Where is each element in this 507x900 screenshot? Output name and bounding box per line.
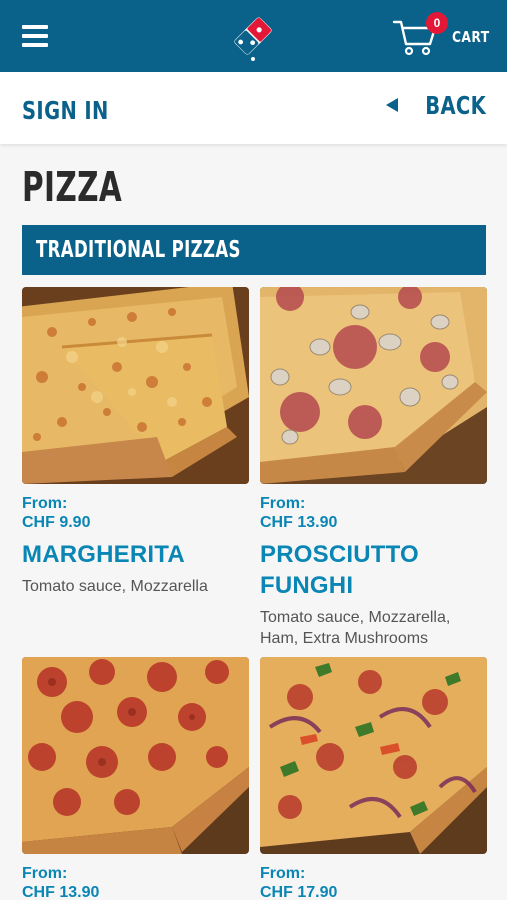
dominos-logo-icon[interactable]: [223, 6, 283, 66]
price-from-label: From:: [260, 495, 306, 512]
account-bar: SIGN IN BACK: [0, 72, 507, 144]
cart-count-badge: 0: [426, 12, 448, 34]
page-title: PIZZA: [22, 163, 123, 211]
product-price: CHF 13.90: [260, 514, 338, 531]
category-title: TRADITIONAL PIZZAS: [36, 237, 241, 263]
back-label: BACK: [425, 90, 486, 120]
product-name[interactable]: PROSCIUTTO FUNGHI: [260, 539, 487, 601]
product-card-3[interactable]: From: CHF 13.90: [22, 657, 249, 900]
sign-in-link[interactable]: SIGN IN: [22, 96, 109, 125]
product-price: CHF 9.90: [22, 514, 91, 531]
product-image[interactable]: [260, 657, 487, 854]
cart-button[interactable]: 0 CART: [392, 12, 492, 58]
product-image[interactable]: [260, 287, 487, 484]
price-from-label: From:: [22, 865, 68, 882]
product-price: CHF 17.90: [260, 884, 338, 900]
product-price: CHF 13.90: [22, 884, 100, 900]
product-image[interactable]: [22, 657, 249, 854]
cart-label: CART: [452, 28, 490, 46]
product-description-line: Ham, Extra Mushrooms: [260, 630, 429, 647]
product-card-margherita[interactable]: From: CHF 9.90 MARGHERITA Tomato sauce, …: [22, 287, 249, 597]
product-name[interactable]: MARGHERITA: [22, 539, 249, 570]
product-description: Tomato sauce, Mozzarella: [22, 578, 208, 595]
back-arrow-icon: [385, 98, 398, 112]
price-from-label: From:: [260, 865, 306, 882]
price-from-label: From:: [22, 495, 68, 512]
product-card-prosciutto-funghi[interactable]: From: CHF 13.90 PROSCIUTTO FUNGHI Tomato…: [260, 287, 487, 649]
product-name-line: FUNGHI: [260, 572, 354, 599]
product-description: Tomato sauce, Mozzarella, Ham, Extra Mus…: [260, 607, 487, 649]
back-button[interactable]: BACK: [385, 90, 486, 120]
top-header: 0 CART: [0, 0, 507, 72]
product-description-line: Tomato sauce, Mozzarella,: [260, 609, 451, 626]
category-header: TRADITIONAL PIZZAS: [22, 225, 486, 275]
product-name-line: PROSCIUTTO: [260, 541, 419, 568]
menu-icon[interactable]: [22, 25, 48, 47]
product-card-4[interactable]: From: CHF 17.90: [260, 657, 487, 900]
product-image[interactable]: [22, 287, 249, 484]
